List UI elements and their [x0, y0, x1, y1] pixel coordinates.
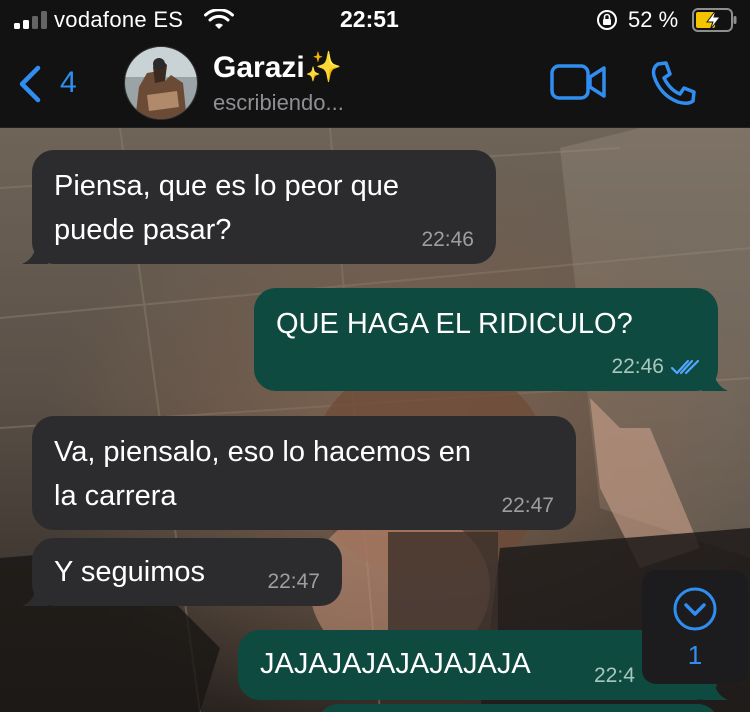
phone-icon: [651, 61, 696, 106]
video-call-button[interactable]: [550, 62, 608, 102]
message-outgoing[interactable]: QUE HAGA EL RIDICULO? 22:46: [254, 288, 728, 391]
contact-name[interactable]: Garazi✨: [213, 50, 342, 85]
carrier-name: vodafone ES: [54, 7, 184, 32]
message-outgoing-partial: [318, 704, 718, 712]
battery-percentage: 52 %: [628, 7, 679, 32]
status-bar: vodafone ES 22:51 52 %: [0, 0, 750, 40]
message-time: 22:47: [267, 570, 320, 593]
battery-charging-icon: [692, 8, 737, 32]
voice-call-button[interactable]: [648, 60, 698, 106]
message-time: 22:46: [611, 355, 664, 378]
message-incoming[interactable]: Piensa, que es lo peor que puede pasar? …: [22, 150, 496, 264]
cellular-signal-icon: [14, 11, 48, 29]
message-time: 22:46: [421, 228, 474, 251]
clock: 22:51: [340, 6, 399, 32]
message-text: JAJAJAJAJAJAJAJA: [260, 648, 531, 680]
scroll-to-bottom-button[interactable]: 1: [642, 570, 748, 684]
wifi-icon: [204, 9, 234, 29]
read-receipt-icon: [670, 360, 700, 375]
back-button[interactable]: 4: [14, 60, 94, 108]
rotation-lock-icon: [597, 10, 617, 30]
avatar[interactable]: [124, 46, 198, 120]
message-text: QUE HAGA EL RIDICULO?: [276, 308, 633, 340]
chat-header: 4 Garazi✨ escribiendo...: [0, 40, 750, 128]
chevron-down-circle-icon: [673, 587, 717, 631]
message-list[interactable]: Piensa, que es lo peor que puede pasar? …: [0, 128, 750, 712]
message-incoming[interactable]: Y seguimos 22:47: [22, 538, 342, 606]
video-camera-icon: [550, 64, 606, 100]
message-text: Piensa, que es lo peor que puede pasar?: [54, 170, 400, 246]
message-text: Va, piensalo, eso lo hacemos en la carre…: [54, 436, 472, 512]
unread-chats-count: 4: [60, 66, 77, 99]
chevron-left-icon: [19, 65, 41, 103]
message-text: Y seguimos: [54, 556, 205, 588]
message-meta: 22:46: [611, 355, 700, 379]
unread-badge-count: 1: [687, 640, 703, 670]
message-time: 22:47: [501, 494, 554, 517]
message-incoming[interactable]: Va, piensalo, eso lo hacemos en la carre…: [32, 416, 576, 530]
message-time: 22:4: [594, 664, 635, 687]
typing-status: escribiendo...: [213, 90, 344, 115]
